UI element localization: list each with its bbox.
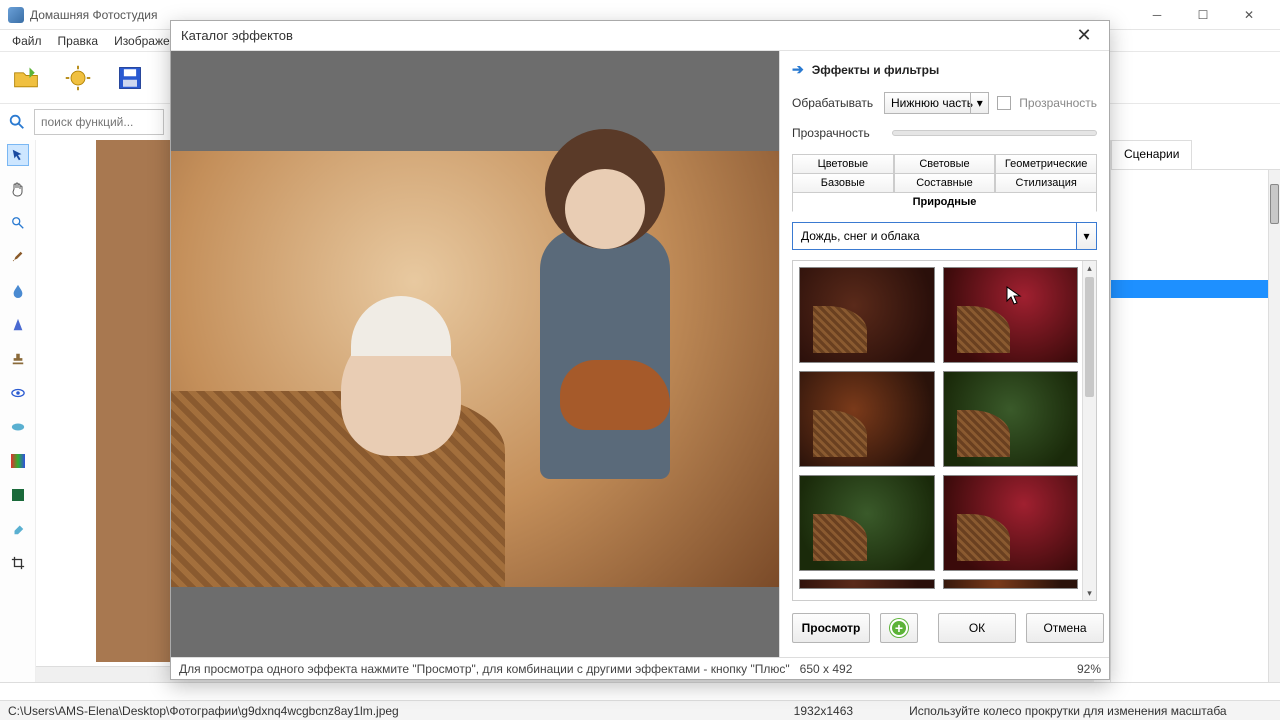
plus-icon: +	[890, 619, 908, 637]
stamp-tool[interactable]	[7, 348, 29, 370]
open-button[interactable]	[6, 58, 46, 98]
effect-category-tabs: Цветовые Световые Геометрические Базовые…	[792, 154, 1097, 212]
effect-thumb[interactable]	[799, 579, 935, 589]
tab-color[interactable]: Цветовые	[792, 154, 894, 174]
effect-preview-area[interactable]	[171, 51, 779, 657]
cancel-button[interactable]: Отмена	[1026, 613, 1104, 643]
dodge-tool[interactable]	[7, 382, 29, 404]
chevron-down-icon: ▾	[970, 93, 988, 113]
ok-button[interactable]: ОК	[938, 613, 1016, 643]
tab-geometric[interactable]: Геометрические	[995, 154, 1097, 174]
scenarios-scrollbar[interactable]	[1268, 170, 1280, 682]
close-button[interactable]: ✕	[1226, 0, 1272, 30]
search-icon[interactable]	[6, 111, 28, 133]
preview-button[interactable]: Просмотр	[792, 613, 870, 643]
main-statusbar: C:\Users\AMS-Elena\Desktop\Фотографии\g9…	[0, 700, 1280, 720]
effect-thumb[interactable]	[943, 371, 1079, 467]
scenario-selected-item[interactable]	[1111, 280, 1268, 298]
status-dimensions: 1932x1463	[786, 704, 861, 718]
effects-button[interactable]	[58, 58, 98, 98]
arrow-right-icon: ➔	[792, 61, 804, 78]
eraser-tool[interactable]	[7, 518, 29, 540]
thumbnails-scrollbar[interactable]: ▴▾	[1082, 261, 1096, 600]
search-input[interactable]	[34, 109, 164, 135]
transparency-checkbox-label: Прозрачность	[1019, 96, 1097, 110]
zoom-tool[interactable]	[7, 212, 29, 234]
gradient-tool[interactable]	[7, 450, 29, 472]
effect-thumb[interactable]	[799, 475, 935, 571]
effect-thumb[interactable]	[943, 579, 1079, 589]
tab-nature[interactable]: Природные	[792, 192, 1097, 212]
folder-open-icon	[12, 64, 40, 92]
dialog-close-button[interactable]: ✕	[1069, 21, 1099, 51]
preview-dimensions: 650 x 492	[800, 662, 853, 676]
cursor-icon	[1006, 286, 1022, 306]
section-title: Эффекты и фильтры	[812, 63, 940, 77]
eye-tool[interactable]	[7, 416, 29, 438]
tab-stylize[interactable]: Стилизация	[995, 173, 1097, 193]
dialog-status-proxy	[0, 682, 1280, 700]
app-icon	[8, 7, 24, 23]
brush-tool[interactable]	[7, 246, 29, 268]
maximize-button[interactable]: ☐	[1180, 0, 1226, 30]
tool-palette	[0, 140, 36, 682]
menu-edit[interactable]: Правка	[50, 31, 107, 51]
pointer-tool[interactable]	[7, 144, 29, 166]
add-effect-button[interactable]: +	[880, 613, 918, 643]
effect-thumb[interactable]	[799, 267, 935, 363]
text-tool[interactable]	[7, 484, 29, 506]
effects-catalog-dialog: Каталог эффектов ✕ ➔ Эффекты и фильтры О…	[170, 20, 1110, 680]
effect-thumb[interactable]	[943, 475, 1079, 571]
crop-tool[interactable]	[7, 552, 29, 574]
effect-thumb[interactable]	[943, 267, 1079, 363]
sharpen-tool[interactable]	[7, 314, 29, 336]
blur-tool[interactable]	[7, 280, 29, 302]
gear-sun-icon	[64, 64, 92, 92]
chevron-down-icon: ▾	[1076, 223, 1096, 249]
effect-thumbnails: ▴▾	[792, 260, 1097, 601]
dialog-statusbar: Для просмотра одного эффекта нажмите "Пр…	[171, 657, 1109, 679]
save-button[interactable]	[110, 58, 150, 98]
floppy-icon	[116, 64, 144, 92]
tab-scenarios[interactable]: Сценарии	[1111, 140, 1192, 169]
process-select[interactable]: Нижнюю часть ▾	[884, 92, 989, 114]
tab-light[interactable]: Световые	[894, 154, 996, 174]
minimize-button[interactable]: ─	[1134, 0, 1180, 30]
status-filepath: C:\Users\AMS-Elena\Desktop\Фотографии\g9…	[0, 704, 407, 718]
dialog-hint: Для просмотра одного эффекта нажмите "Пр…	[179, 662, 790, 676]
effect-thumb[interactable]	[799, 371, 935, 467]
effect-group-value: Дождь, снег и облака	[801, 229, 920, 243]
tab-composite[interactable]: Составные	[894, 173, 996, 193]
hand-tool[interactable]	[7, 178, 29, 200]
scenarios-panel	[1111, 170, 1280, 682]
process-value: Нижнюю часть	[891, 96, 973, 110]
menu-file[interactable]: Файл	[4, 31, 50, 51]
opacity-label: Прозрачность	[792, 126, 876, 140]
dialog-title: Каталог эффектов	[181, 28, 1069, 43]
dialog-zoom: 92%	[1077, 662, 1101, 676]
status-hint: Используйте колесо прокрутки для изменен…	[901, 704, 1280, 718]
transparency-checkbox[interactable]	[997, 96, 1011, 110]
effect-group-select[interactable]: Дождь, снег и облака ▾	[792, 222, 1097, 250]
process-label: Обрабатывать	[792, 96, 876, 110]
tab-basic[interactable]: Базовые	[792, 173, 894, 193]
opacity-slider[interactable]	[892, 130, 1097, 136]
